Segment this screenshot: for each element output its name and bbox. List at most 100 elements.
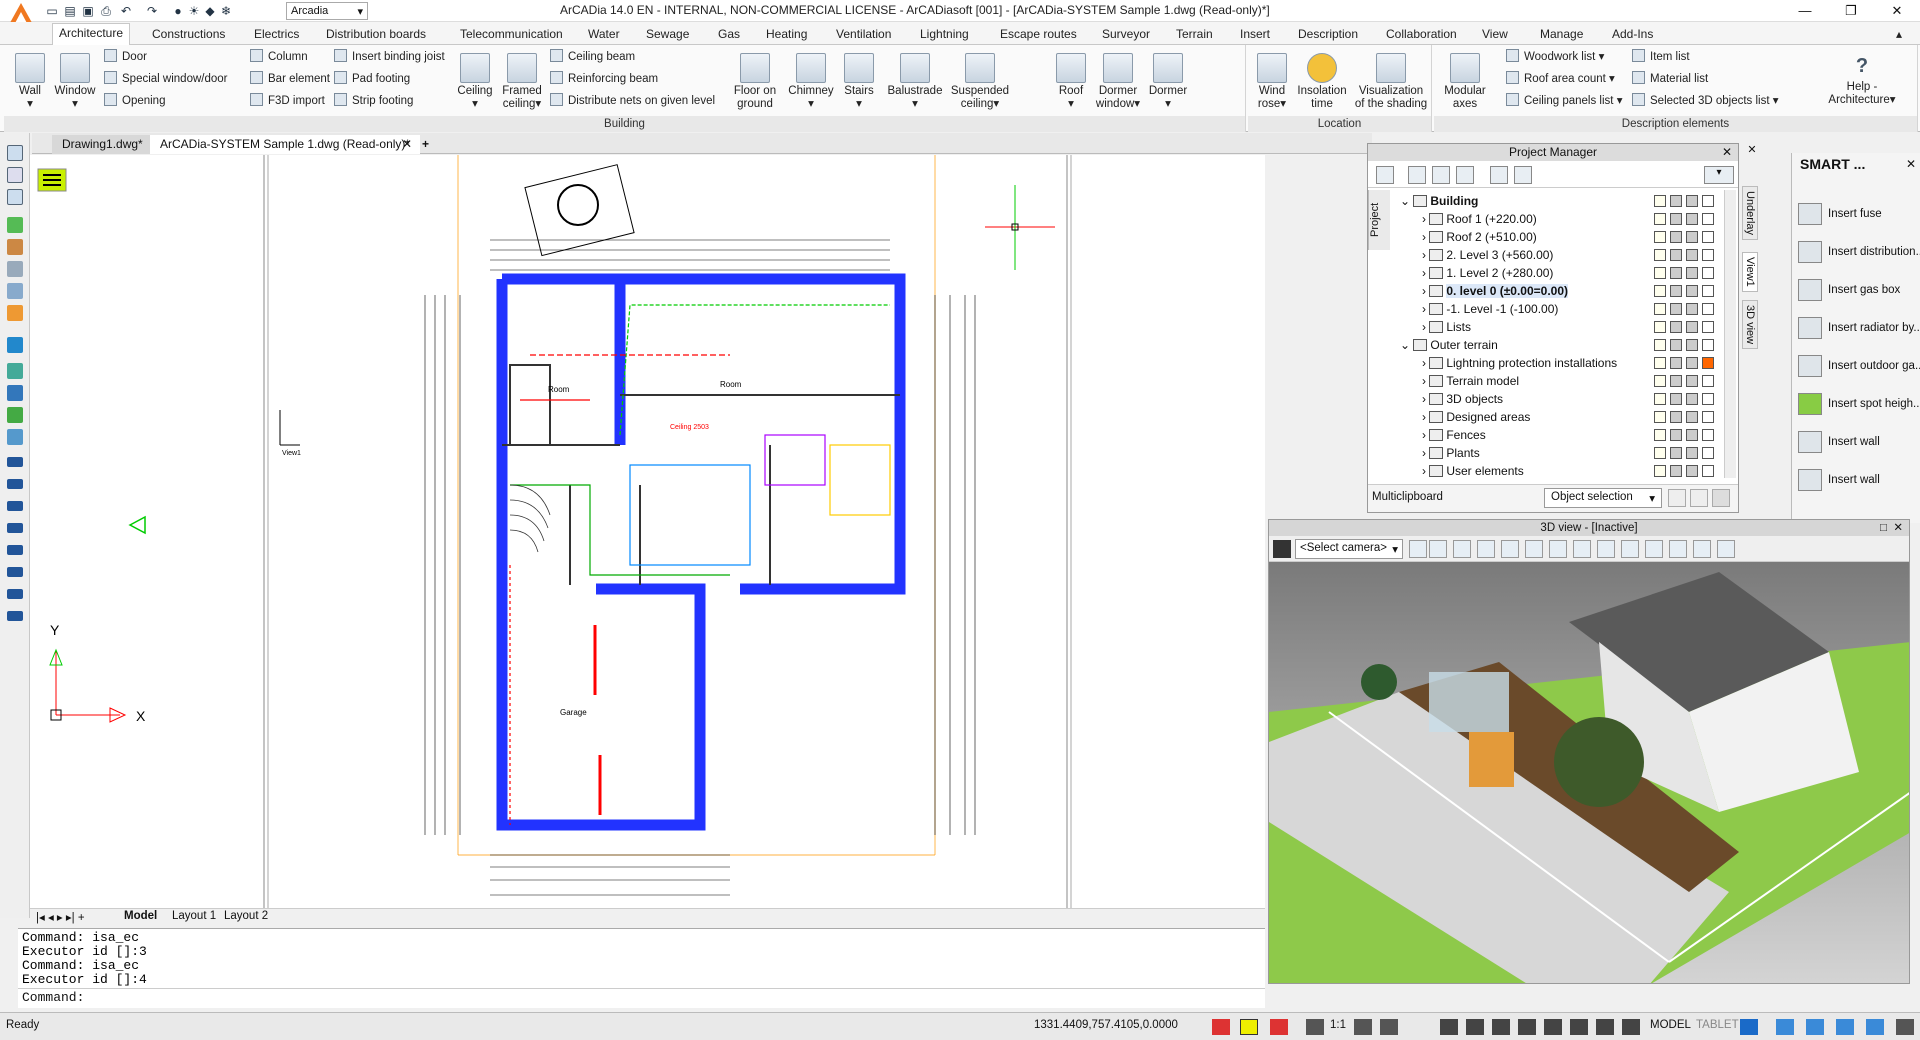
layout-tab-1[interactable]: Layout 1 (172, 910, 216, 922)
expand-icon[interactable]: › (1422, 302, 1429, 316)
smart-item[interactable]: Insert distribution... (1798, 237, 1920, 267)
new-icon[interactable]: ▭ (44, 3, 60, 19)
minimize-button[interactable]: — (1782, 0, 1828, 22)
close-tab-icon[interactable]: ✕ (400, 135, 414, 154)
vtab-view1[interactable]: View1 (1742, 252, 1758, 292)
tab-telecommunication[interactable]: Telecommunication (454, 25, 569, 43)
tree-row[interactable]: › Plants (1422, 444, 1480, 462)
insert-binding-joist-button[interactable]: Insert binding joist (334, 48, 445, 66)
color-icon[interactable] (1702, 249, 1714, 261)
tree-row[interactable]: › Roof 2 (+510.00) (1422, 228, 1537, 246)
pm-scrollbar[interactable] (1724, 190, 1736, 478)
tree-row[interactable]: › 1. Level 2 (+280.00) (1422, 264, 1553, 282)
lock-icon[interactable] (1670, 321, 1682, 333)
save-icon[interactable]: ▣ (80, 3, 96, 19)
ribbon-options-icon[interactable]: ▴ (1890, 25, 1908, 43)
bulb-icon[interactable] (1654, 393, 1666, 405)
hardware-icon[interactable] (1836, 1019, 1854, 1035)
tool-icon-3[interactable] (7, 189, 23, 205)
3d-tool-icon[interactable] (1409, 540, 1427, 558)
roof-button[interactable]: Roof ▾ (1052, 51, 1090, 111)
lock-icon[interactable] (1670, 195, 1682, 207)
tool-icon-orange[interactable] (7, 239, 23, 255)
print-icon[interactable] (1686, 465, 1698, 477)
tree-row[interactable]: ⌄ Building (1400, 192, 1478, 210)
bulb-icon[interactable] (1654, 429, 1666, 441)
color-icon[interactable] (1702, 465, 1714, 477)
smart-item[interactable]: Insert gas box (1798, 275, 1900, 305)
view-icon[interactable] (7, 429, 23, 445)
visualization-shading-button[interactable]: Visualization of the shading (1352, 51, 1430, 111)
line-icon[interactable] (7, 457, 23, 467)
tab-constructions[interactable]: Constructions (146, 25, 231, 43)
drawing-canvas[interactable]: Room Room Garage Ceiling 2503 View1 Y X (30, 155, 1265, 908)
bulb-icon[interactable] (1654, 213, 1666, 225)
bulb-icon[interactable] (1654, 267, 1666, 279)
color-icon[interactable] (1702, 393, 1714, 405)
tree-row[interactable]: › Fences (1422, 426, 1486, 444)
bulb-icon[interactable] (1654, 375, 1666, 387)
arc-icon[interactable] (7, 501, 23, 511)
bulb-icon[interactable] (1654, 357, 1666, 369)
tree-row[interactable]: › Lists (1422, 318, 1471, 336)
3d-tool-icon[interactable] (1597, 540, 1615, 558)
color-icon[interactable] (1702, 429, 1714, 441)
color-icon[interactable] (1702, 267, 1714, 279)
smart-close-icon[interactable]: ✕ (1906, 157, 1916, 171)
dormer-button[interactable]: Dormer ▾ (1146, 51, 1190, 111)
status-scale[interactable]: 1:1 (1330, 1019, 1346, 1031)
3d-tool-icon[interactable] (1669, 540, 1687, 558)
3d-tool-icon[interactable] (1621, 540, 1639, 558)
bulb-icon[interactable] (1654, 411, 1666, 423)
maximize-icon[interactable]: □ (1880, 520, 1887, 536)
tree-row[interactable]: › 3D objects (1422, 390, 1503, 408)
layout-nav-icons[interactable]: |◂ ◂ ▸ ▸| + (36, 910, 85, 924)
text-icon[interactable] (7, 589, 23, 599)
3d-tool-icon[interactable] (1501, 540, 1519, 558)
bulb-icon[interactable] (1654, 447, 1666, 459)
bar-element-button[interactable]: Bar element (250, 70, 330, 88)
dimension-icon[interactable] (7, 611, 23, 621)
cloud-icon[interactable] (1776, 1019, 1794, 1035)
customize-icon[interactable] (1896, 1019, 1914, 1035)
ducs-icon[interactable] (1570, 1019, 1588, 1035)
expand-icon[interactable]: › (1422, 356, 1429, 370)
tree-row[interactable]: › User elements (1422, 462, 1524, 478)
color-icon[interactable] (1702, 375, 1714, 387)
print-icon[interactable] (1686, 213, 1698, 225)
new-tab-icon[interactable]: + (420, 135, 431, 154)
close-button[interactable]: ✕ (1874, 0, 1920, 22)
print-icon[interactable] (1686, 249, 1698, 261)
insolation-time-button[interactable]: Insolation time (1294, 51, 1350, 111)
chimney-button[interactable]: Chimney ▾ (786, 51, 836, 111)
reinforcing-beam-button[interactable]: Reinforcing beam (550, 70, 658, 88)
settings-icon[interactable] (1740, 1019, 1758, 1035)
print-icon[interactable] (1686, 339, 1698, 351)
lock-icon[interactable] (1670, 231, 1682, 243)
tab-heating[interactable]: Heating (760, 25, 813, 43)
roof-area-count-button[interactable]: Roof area count ▾ (1506, 70, 1615, 88)
lock-icon[interactable] (1670, 357, 1682, 369)
print-icon[interactable] (1686, 375, 1698, 387)
bulb-icon[interactable] (1654, 195, 1666, 207)
ceiling-panels-list-button[interactable]: Ceiling panels list ▾ (1506, 92, 1622, 110)
vtab-underlay[interactable]: Underlay (1742, 186, 1758, 241)
close-icon[interactable]: ✕ (1722, 144, 1732, 161)
tab-lightning[interactable]: Lightning (914, 25, 975, 43)
expand-icon[interactable]: › (1422, 410, 1429, 424)
color-icon[interactable] (1702, 285, 1714, 297)
print-icon[interactable]: ⎙ (98, 3, 114, 19)
pm-copy-icon[interactable] (1668, 489, 1686, 507)
window-button[interactable]: Window ▾ (52, 51, 98, 111)
expand-icon[interactable]: › (1422, 320, 1429, 334)
special-window-door-button[interactable]: Special window/door (104, 70, 227, 88)
pin-icon[interactable]: ✕ (1742, 143, 1762, 159)
tree-row[interactable]: › -1. Level -1 (-100.00) (1422, 300, 1558, 318)
tab-terrain[interactable]: Terrain (1170, 25, 1219, 43)
expand-icon[interactable]: › (1422, 446, 1429, 460)
maximize-button[interactable]: ❐ (1828, 0, 1874, 22)
woodwork-list-button[interactable]: Woodwork list ▾ (1506, 48, 1604, 66)
3d-tool-icon[interactable] (1453, 540, 1471, 558)
refresh-icon[interactable] (7, 337, 23, 353)
print-icon[interactable] (1686, 267, 1698, 279)
